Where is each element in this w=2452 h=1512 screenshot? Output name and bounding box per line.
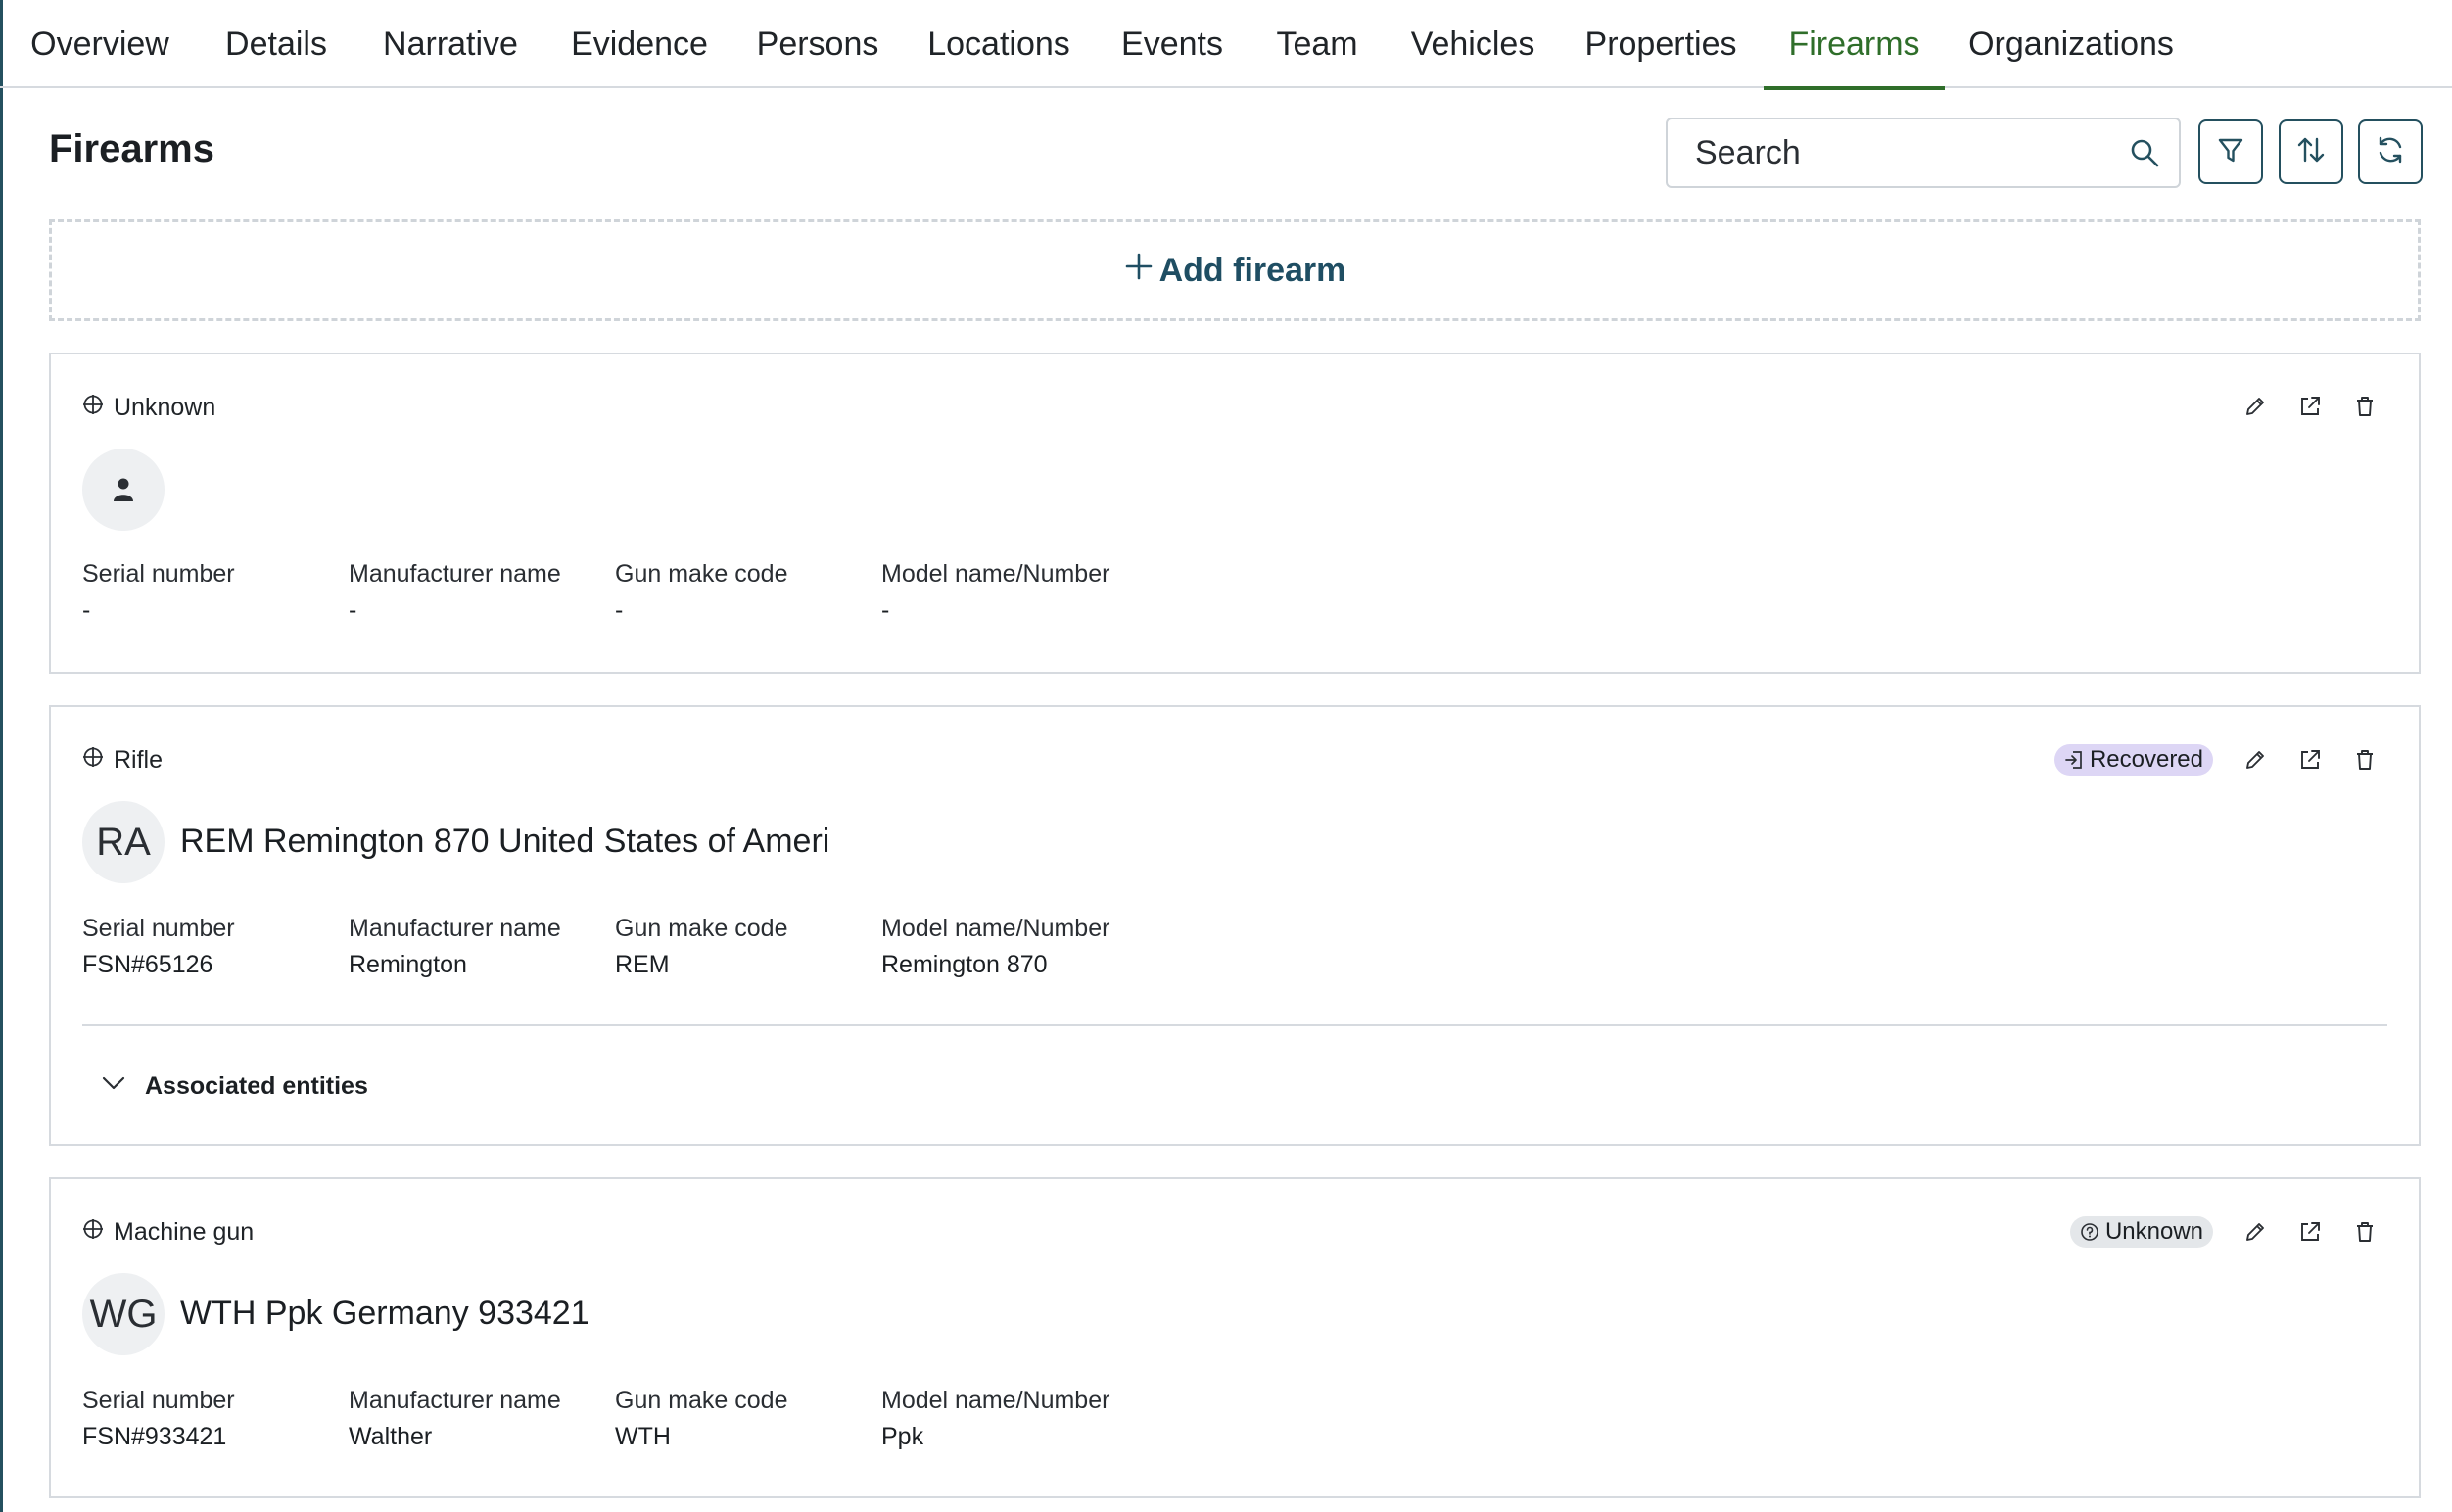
- trash-icon: [2357, 750, 2373, 770]
- refresh-button[interactable]: [2358, 119, 2423, 184]
- firearm-card: Unknown Serial number - Manufacturer nam…: [49, 353, 2421, 674]
- serial-number-value: FSN#933421: [82, 1423, 227, 1450]
- associated-entities-label: Associated entities: [145, 1072, 368, 1100]
- firearm-type-label: Unknown: [114, 394, 216, 421]
- tab-persons[interactable]: Persons: [757, 0, 879, 88]
- plus-icon: [1124, 252, 1154, 290]
- search-box[interactable]: [1666, 118, 2181, 188]
- open-external-button[interactable]: [2295, 392, 2325, 421]
- filter-button[interactable]: [2198, 119, 2263, 184]
- tab-evidence[interactable]: Evidence: [571, 0, 708, 88]
- serial-number-label: Serial number: [82, 560, 235, 588]
- sort-button[interactable]: [2279, 119, 2343, 184]
- model-value: -: [881, 596, 890, 624]
- status-badge-label: Recovered: [2089, 746, 2203, 773]
- manufacturer-value: -: [349, 596, 357, 624]
- firearm-title[interactable]: WTH Ppk Germany 933421: [180, 1295, 589, 1333]
- pencil-icon: [2246, 1223, 2264, 1241]
- pencil-icon: [2246, 751, 2264, 769]
- crosshair-icon: [82, 1218, 104, 1247]
- tab-vehicles[interactable]: Vehicles: [1411, 0, 1535, 88]
- chevron-down-icon: [100, 1069, 127, 1104]
- add-firearm-button[interactable]: Add firearm: [49, 219, 2421, 321]
- status-badge-label: Unknown: [2104, 1218, 2203, 1245]
- sort-icon: [2294, 133, 2328, 171]
- edit-button[interactable]: [2240, 1217, 2270, 1247]
- left-edge-accent: [0, 0, 3, 1512]
- tab-properties[interactable]: Properties: [1585, 0, 1737, 88]
- model-label: Model name/Number: [881, 915, 1110, 942]
- pencil-icon: [2246, 398, 2264, 415]
- make-code-value: -: [615, 596, 624, 624]
- manufacturer-value: Walther: [349, 1423, 433, 1450]
- firearm-card: Machine gun Unknown WG WTH Ppk Germany 9…: [49, 1177, 2421, 1498]
- serial-number-label: Serial number: [82, 1387, 235, 1414]
- tab-firearms[interactable]: Firearms: [1764, 0, 1945, 90]
- tab-team[interactable]: Team: [1276, 0, 1357, 88]
- make-code-value: WTH: [615, 1423, 671, 1450]
- serial-number-value: -: [82, 596, 91, 624]
- refresh-icon: [2374, 133, 2407, 171]
- model-label: Model name/Number: [881, 560, 1110, 588]
- firearm-type-label: Rifle: [114, 746, 164, 774]
- crosshair-icon: [82, 746, 104, 775]
- tab-organizations[interactable]: Organizations: [1968, 0, 2174, 88]
- card-divider: [82, 1024, 2387, 1026]
- firearm-title[interactable]: REM Remington 870 United States of Ameri: [180, 823, 829, 861]
- delete-button[interactable]: [2350, 1217, 2380, 1247]
- tab-details[interactable]: Details: [225, 0, 327, 88]
- make-code-value: REM: [615, 951, 670, 978]
- external-link-icon: [2301, 750, 2320, 769]
- avatar: [82, 449, 165, 531]
- delete-button[interactable]: [2350, 745, 2380, 775]
- manufacturer-label: Manufacturer name: [349, 915, 561, 942]
- manufacturer-value: Remington: [349, 951, 467, 978]
- open-external-button[interactable]: [2295, 1217, 2325, 1247]
- avatar: RA: [82, 801, 165, 883]
- model-label: Model name/Number: [881, 1387, 1110, 1414]
- tab-overview[interactable]: Overview: [30, 0, 169, 88]
- firearm-card: Rifle Recovered RA REM Remington 870 Uni…: [49, 705, 2421, 1146]
- model-value: Ppk: [881, 1423, 924, 1450]
- tab-narrative[interactable]: Narrative: [383, 0, 518, 88]
- tab-locations[interactable]: Locations: [927, 0, 1070, 88]
- status-badge: Unknown: [2069, 1216, 2213, 1248]
- external-link-icon: [2301, 1222, 2320, 1241]
- firearm-type: Unknown: [82, 394, 215, 422]
- add-firearm-label: Add firearm: [1158, 251, 1346, 289]
- firearm-type-label: Machine gun: [114, 1218, 255, 1246]
- edit-button[interactable]: [2240, 392, 2270, 421]
- external-link-icon: [2301, 397, 2320, 415]
- delete-button[interactable]: [2350, 392, 2380, 421]
- trash-icon: [2357, 397, 2373, 416]
- serial-number-value: FSN#65126: [82, 951, 213, 978]
- search-input[interactable]: [1695, 133, 2129, 172]
- firearm-type: Machine gun: [82, 1218, 254, 1247]
- tab-bar: Overview Details Narrative Evidence Pers…: [0, 0, 2452, 90]
- open-external-button[interactable]: [2295, 745, 2325, 775]
- manufacturer-label: Manufacturer name: [349, 560, 561, 588]
- filter-icon: [2215, 134, 2246, 170]
- status-badge: Recovered: [2053, 744, 2213, 776]
- avatar: WG: [82, 1273, 165, 1355]
- question-circle-icon: [2081, 1223, 2098, 1241]
- model-value: Remington 870: [881, 951, 1048, 978]
- edit-button[interactable]: [2240, 745, 2270, 775]
- serial-number-label: Serial number: [82, 915, 235, 942]
- manufacturer-label: Manufacturer name: [349, 1387, 561, 1414]
- firearm-type: Rifle: [82, 746, 163, 775]
- make-code-label: Gun make code: [615, 560, 788, 588]
- person-icon: [114, 478, 133, 501]
- associated-entities-toggle[interactable]: Associated entities: [100, 1069, 368, 1104]
- page-title: Firearms: [49, 127, 214, 170]
- crosshair-icon: [82, 394, 104, 422]
- trash-icon: [2357, 1222, 2373, 1242]
- make-code-label: Gun make code: [615, 915, 788, 942]
- recovered-icon: [2065, 751, 2082, 769]
- search-icon[interactable]: [2129, 135, 2160, 170]
- make-code-label: Gun make code: [615, 1387, 788, 1414]
- tab-events[interactable]: Events: [1121, 0, 1223, 88]
